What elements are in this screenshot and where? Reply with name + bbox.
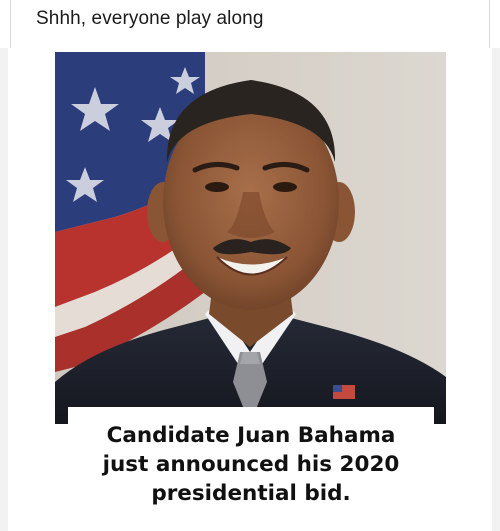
header-divider-right <box>489 0 490 48</box>
meme-caption-box: Candidate Juan Bahama just announced his… <box>68 407 434 525</box>
meme-caption-text: Candidate Juan Bahama just announced his… <box>68 421 434 508</box>
portrait-photo-icon <box>55 52 446 424</box>
meme-caption-line: presidential bid. <box>151 481 351 506</box>
meme-caption-line: Candidate Juan Bahama <box>106 423 396 448</box>
meme-caption-line: just announced his 2020 <box>102 452 400 477</box>
post-caption: Shhh, everyone play along <box>36 8 264 29</box>
post-header: Shhh, everyone play along <box>0 0 500 48</box>
meme-photo <box>55 52 446 424</box>
header-divider-left <box>10 0 11 48</box>
